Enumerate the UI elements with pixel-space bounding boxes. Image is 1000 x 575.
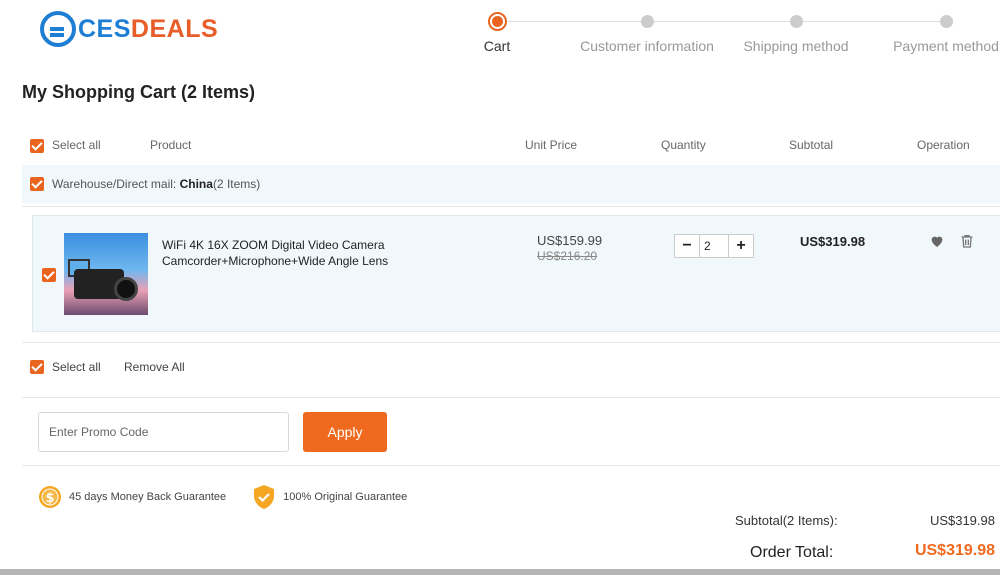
- logo-mark-icon: [40, 11, 76, 47]
- step-label: Payment method: [893, 38, 999, 54]
- col-quantity: Quantity: [661, 138, 706, 152]
- step-dot: [640, 15, 654, 28]
- cart-table-header: Select all Product Unit Price Quantity S…: [22, 126, 1000, 164]
- original-guarantee: 100% Original Guarantee: [252, 484, 407, 510]
- select-all-checkbox-header[interactable]: [30, 138, 44, 153]
- warehouse-label: Warehouse/Direct mail: China(2 Items): [52, 177, 261, 191]
- bottom-bar: [0, 569, 1000, 575]
- step-label: Shipping method: [743, 38, 849, 54]
- subtotal-summary: Subtotal(2 Items): US$319.98: [735, 513, 995, 528]
- promo-code-input[interactable]: [38, 412, 289, 452]
- trash-icon[interactable]: [959, 233, 975, 249]
- svg-text:$: $: [45, 491, 54, 506]
- logo-text: CESDEALS: [78, 14, 219, 43]
- checkout-steps: Cart Customer information Shipping metho…: [484, 12, 999, 62]
- select-all-label[interactable]: Select all: [52, 138, 101, 152]
- quantity-input[interactable]: 2: [699, 235, 729, 257]
- original-price: US$216.20: [537, 249, 598, 263]
- promo-section: Apply: [22, 398, 1000, 466]
- page-title: My Shopping Cart (2 Items): [22, 82, 256, 102]
- item-operations: [929, 233, 975, 249]
- select-all-footer-label[interactable]: Select all: [52, 360, 101, 374]
- col-product: Product: [150, 138, 192, 152]
- quantity-stepper: − 2 +: [674, 234, 754, 258]
- warehouse-checkbox[interactable]: [30, 177, 44, 191]
- dollar-coin-icon: $: [39, 486, 61, 508]
- product-name[interactable]: WiFi 4K 16X ZOOM Digital Video Camera Ca…: [162, 237, 402, 269]
- remove-all-button[interactable]: Remove All: [124, 360, 185, 374]
- product-image[interactable]: [64, 233, 148, 315]
- step-dot-active: [487, 12, 507, 31]
- select-all-checkbox-footer[interactable]: [30, 360, 44, 374]
- cart-item: WiFi 4K 16X ZOOM Digital Video Camera Ca…: [32, 215, 1000, 332]
- shield-check-icon: [254, 485, 275, 509]
- step-label: Customer information: [580, 38, 714, 54]
- warehouse-row: Warehouse/Direct mail: China(2 Items): [22, 165, 1000, 203]
- col-subtotal: Subtotal: [789, 138, 834, 152]
- money-back-guarantee: $ 45 days Money Back Guarantee: [38, 485, 226, 509]
- col-unit-price: Unit Price: [525, 138, 578, 152]
- step-dot: [939, 15, 953, 28]
- decrease-quantity-button[interactable]: −: [675, 235, 699, 257]
- step-customer-information: Customer information: [567, 12, 727, 54]
- col-operation: Operation: [917, 138, 970, 152]
- step-shipping-method: Shipping method: [716, 12, 876, 54]
- apply-promo-button[interactable]: Apply: [303, 412, 387, 452]
- cesdeals-logo[interactable]: CESDEALS: [40, 10, 218, 48]
- item-checkbox[interactable]: [42, 268, 56, 282]
- step-payment-method: Payment method: [866, 12, 1000, 54]
- item-subtotal: US$319.98: [800, 234, 866, 249]
- step-dot: [789, 15, 803, 28]
- current-price: US$159.99: [537, 233, 603, 248]
- cart-item-list: WiFi 4K 16X ZOOM Digital Video Camera Ca…: [22, 206, 1000, 343]
- unit-price: US$159.99 US$216.20: [537, 233, 602, 263]
- order-total-summary: Order Total: US$319.98: [750, 542, 995, 561]
- increase-quantity-button[interactable]: +: [729, 235, 753, 257]
- step-label: Cart: [483, 38, 511, 54]
- step-cart: Cart: [417, 12, 577, 54]
- guarantees: $ 45 days Money Back Guarantee 100% Orig…: [38, 483, 433, 511]
- cart-footer-actions: Select all Remove All: [22, 343, 1000, 398]
- heart-icon[interactable]: [929, 233, 945, 249]
- checkbox-checked-icon[interactable]: [30, 138, 44, 153]
